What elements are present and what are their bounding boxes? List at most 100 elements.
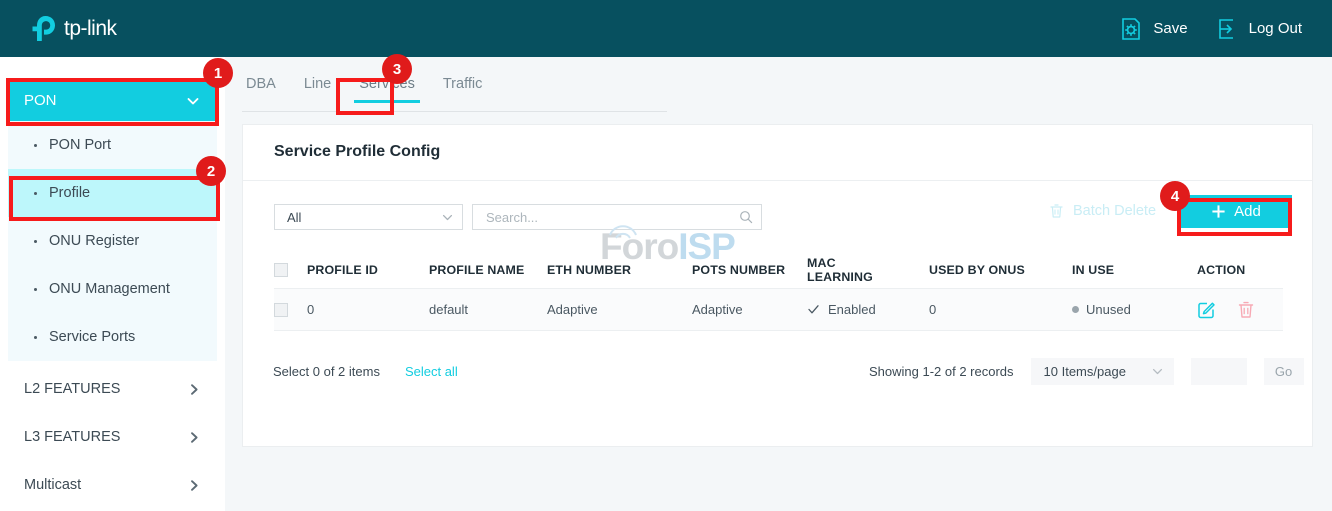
bullet-icon — [34, 336, 37, 339]
chevron-right-icon — [188, 383, 201, 396]
sidebar-group-l3-features[interactable]: L3 FEATURES — [8, 413, 217, 461]
tab-bar: DBA Line Services Traffic — [242, 76, 667, 112]
column-profile-id: PROFILE ID — [307, 263, 429, 277]
column-profile-name: PROFILE NAME — [429, 263, 547, 277]
edit-pencil-icon[interactable] — [1197, 300, 1216, 319]
chevron-right-icon — [188, 479, 201, 492]
sidebar-item-label: Profile — [49, 185, 90, 201]
trash-icon — [1049, 203, 1064, 219]
select-all-checkbox-cell — [274, 263, 307, 277]
cell-in-use: Unused — [1072, 302, 1197, 317]
column-pots-number: POTS NUMBER — [692, 263, 807, 277]
logout-label: Log Out — [1249, 20, 1302, 37]
records-label: Showing 1-2 of 2 records — [869, 364, 1014, 379]
row-checkbox[interactable] — [274, 303, 288, 317]
pagination-controls: Showing 1-2 of 2 records 10 Items/page G… — [869, 358, 1304, 385]
cell-pots-number: Adaptive — [692, 302, 807, 317]
trash-icon[interactable] — [1237, 300, 1255, 319]
tab-services[interactable]: Services — [345, 76, 429, 102]
top-header-actions: Save Log Out — [1118, 16, 1302, 42]
wifi-arc-icon — [606, 222, 640, 242]
go-button[interactable]: Go — [1264, 358, 1304, 385]
brand-name: tp-link — [64, 17, 117, 41]
sidebar-item-label: PON Port — [49, 137, 111, 153]
filter-select[interactable]: All — [274, 204, 463, 230]
chevron-down-icon — [441, 211, 454, 224]
select-all-checkbox[interactable] — [274, 263, 288, 277]
sidebar-group-l2-features[interactable]: L2 FEATURES — [8, 365, 217, 413]
tab-dba[interactable]: DBA — [242, 76, 290, 102]
sidebar-item-label: ONU Register — [49, 233, 139, 249]
tplink-logo-icon — [30, 14, 60, 44]
sidebar-group-pon-label: PON — [24, 92, 185, 109]
sidebar-item-service-ports[interactable]: Service Ports — [8, 313, 217, 361]
save-label: Save — [1153, 20, 1187, 37]
column-action: ACTION — [1197, 263, 1283, 277]
tab-line[interactable]: Line — [290, 76, 345, 102]
cell-eth-number: Adaptive — [547, 302, 692, 317]
service-profile-panel: Service Profile Config All Batch Delete … — [242, 124, 1313, 447]
bullet-icon — [34, 144, 37, 147]
column-eth-number: ETH NUMBER — [547, 263, 692, 277]
select-count-label: Select 0 of 2 items — [273, 364, 380, 379]
sidebar-group-label: L3 FEATURES — [24, 429, 188, 445]
chevron-down-icon — [185, 93, 201, 109]
cell-profile-name: default — [429, 302, 547, 317]
sidebar-item-label: ONU Management — [49, 281, 170, 297]
sidebar-item-onu-management[interactable]: ONU Management — [8, 265, 217, 313]
cell-mac-learning: Enabled — [807, 302, 929, 317]
sidebar-item-profile[interactable]: Profile — [8, 169, 217, 217]
cell-profile-id: 0 — [307, 302, 429, 317]
logout-button[interactable]: Log Out — [1214, 16, 1302, 42]
search-icon[interactable] — [739, 210, 753, 224]
sidebar-group-multicast[interactable]: Multicast — [8, 461, 217, 509]
table-header-row: PROFILE ID PROFILE NAME ETH NUMBER POTS … — [274, 251, 1283, 289]
bullet-icon — [34, 192, 37, 195]
sidebar: PON PON Port Profile ONU Register ONU Ma… — [0, 57, 225, 511]
add-label: Add — [1234, 203, 1261, 220]
status-badge: Unused — [1086, 302, 1131, 317]
page-size-select[interactable]: 10 Items/page — [1031, 358, 1174, 385]
sidebar-group-pon[interactable]: PON — [8, 80, 217, 121]
add-button[interactable]: Add — [1180, 195, 1292, 228]
cell-action — [1197, 300, 1283, 319]
logout-arrow-icon — [1214, 16, 1240, 42]
filter-select-value: All — [287, 210, 441, 225]
column-mac-learning-line1: MAC — [807, 256, 836, 270]
sidebar-item-label: Service Ports — [49, 329, 135, 345]
sidebar-sub-list: PON Port Profile ONU Register ONU Manage… — [8, 121, 217, 361]
page-number-input[interactable] — [1191, 358, 1247, 385]
cell-used-by-onus: 0 — [929, 302, 1072, 317]
selection-summary: Select 0 of 2 items Select all — [273, 364, 458, 379]
table-row[interactable]: 0 default Adaptive Adaptive Enabled 0 Un… — [274, 289, 1283, 331]
page-size-value: 10 Items/page — [1044, 364, 1151, 379]
select-all-link[interactable]: Select all — [405, 364, 458, 379]
check-icon — [807, 303, 820, 316]
column-mac-learning-line2: LEARNING — [807, 270, 873, 284]
save-gear-icon — [1118, 16, 1144, 42]
bullet-icon — [34, 240, 37, 243]
batch-delete-label: Batch Delete — [1073, 203, 1156, 219]
column-used-by-onus: USED BY ONUS — [929, 263, 1072, 277]
top-header-bar: tp-link Save — [0, 0, 1332, 57]
sidebar-item-onu-register[interactable]: ONU Register — [8, 217, 217, 265]
cell-mac-learning-label: Enabled — [828, 302, 876, 317]
batch-delete-button[interactable]: Batch Delete — [1049, 203, 1156, 219]
row-checkbox-cell — [274, 303, 307, 317]
save-button[interactable]: Save — [1118, 16, 1187, 42]
column-in-use: IN USE — [1072, 263, 1197, 277]
chevron-right-icon — [188, 431, 201, 444]
status-dot-icon — [1072, 306, 1079, 313]
panel-divider — [243, 180, 1312, 181]
sidebar-item-pon-port[interactable]: PON Port — [8, 121, 217, 169]
sidebar-group-label: Multicast — [24, 477, 188, 493]
brand-logo[interactable]: tp-link — [30, 14, 117, 44]
bullet-icon — [34, 288, 37, 291]
column-mac-learning: MAC LEARNING — [807, 256, 929, 284]
profiles-table: PROFILE ID PROFILE NAME ETH NUMBER POTS … — [274, 251, 1283, 331]
chevron-down-icon — [1151, 365, 1164, 378]
page-title: Service Profile Config — [274, 143, 440, 161]
sidebar-group-label: L2 FEATURES — [24, 381, 188, 397]
plus-icon — [1211, 204, 1226, 219]
tab-traffic[interactable]: Traffic — [429, 76, 496, 102]
